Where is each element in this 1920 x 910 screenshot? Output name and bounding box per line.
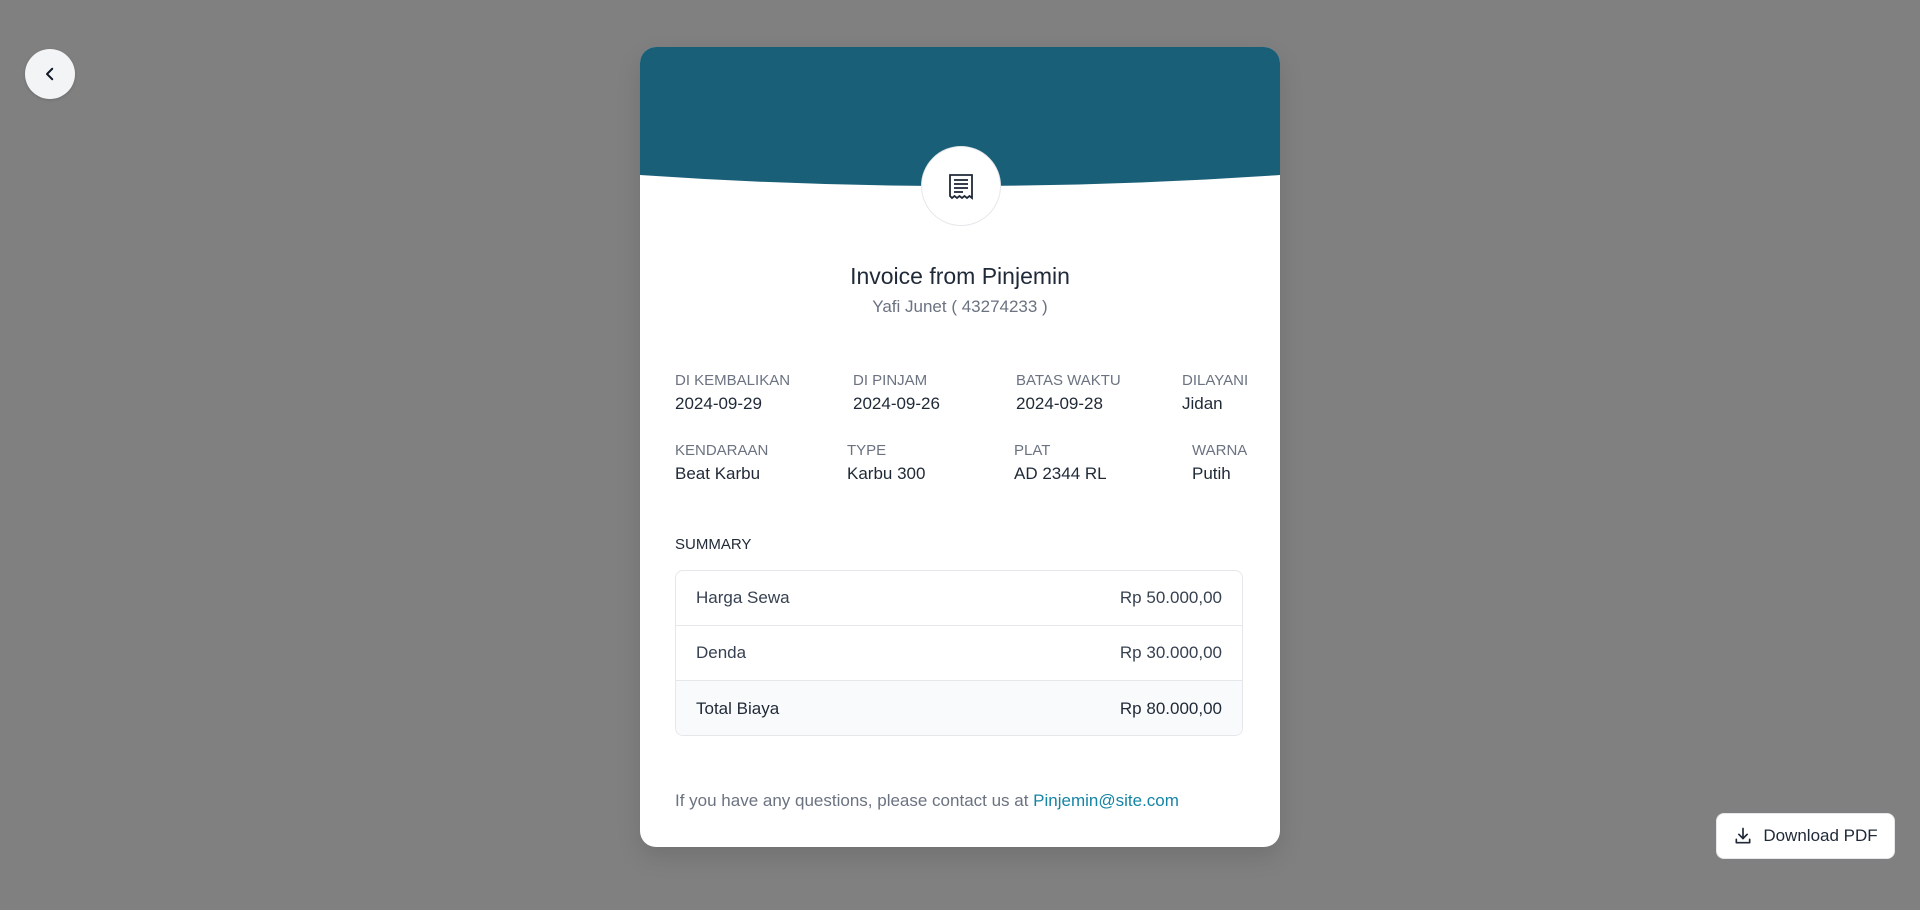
- field-label: WARNA: [1192, 442, 1248, 459]
- field-returned-date: DI KEMBALIKAN 2024-09-29: [675, 372, 790, 414]
- summary-row-rent: Harga Sewa Rp 50.000,00: [676, 571, 1242, 626]
- summary-heading: SUMMARY: [675, 536, 752, 553]
- chevron-left-icon: [46, 67, 54, 81]
- field-label: DI PINJAM: [853, 372, 928, 389]
- field-color: WARNA Putih: [1192, 442, 1247, 484]
- invoice-subtitle: Yafi Junet ( 43274233 ): [872, 297, 1048, 316]
- field-plate: PLAT AD 2344 RL: [1014, 442, 1107, 484]
- field-type: TYPE Karbu 300: [847, 442, 925, 484]
- summary-row-value: Rp 30.000,00: [1119, 643, 1222, 662]
- field-label: TYPE: [847, 442, 887, 459]
- field-value: Karbu 300: [847, 464, 926, 483]
- summary-table: Harga Sewa Rp 50.000,00 Denda Rp 30.000,…: [675, 570, 1243, 736]
- field-value: 2024-09-26: [853, 394, 940, 413]
- summary-row-fine: Denda Rp 30.000,00: [676, 626, 1242, 681]
- summary-total-label: Total Biaya: [696, 699, 780, 718]
- field-label: DILAYANI: [1182, 372, 1249, 389]
- field-value: Putih: [1192, 464, 1231, 483]
- summary-row-value: Rp 50.000,00: [1119, 588, 1222, 607]
- invoice-title: Invoice from Pinjemin: [850, 263, 1070, 289]
- receipt-badge: [921, 146, 1001, 226]
- contact-email-link[interactable]: Pinjemin@site.com: [1033, 791, 1179, 810]
- back-button[interactable]: [25, 49, 75, 99]
- download-icon: [1735, 827, 1751, 844]
- field-borrowed-date: DI PINJAM 2024-09-26: [853, 372, 940, 414]
- summary-total-value: Rp 80.000,00: [1119, 699, 1222, 718]
- summary-row-label: Denda: [696, 643, 747, 662]
- field-served-by: DILAYANI Jidan: [1182, 372, 1248, 414]
- contact-note: If you have any questions, please contac…: [675, 791, 1179, 811]
- contact-text: If you have any questions, please contac…: [675, 791, 1034, 810]
- summary-row-total: Total Biaya Rp 80.000,00: [676, 681, 1242, 735]
- field-label: BATAS WAKTU: [1016, 372, 1121, 389]
- download-pdf-button[interactable]: Download PDF: [1716, 813, 1895, 859]
- field-label: KENDARAAN: [675, 442, 769, 459]
- invoice-card: Invoice from Pinjemin Yafi Junet ( 43274…: [640, 47, 1280, 847]
- field-value: Beat Karbu: [675, 464, 761, 483]
- download-pdf-label: Download PDF: [1763, 826, 1878, 845]
- field-value: Jidan: [1182, 394, 1223, 413]
- field-value: 2024-09-29: [675, 394, 762, 413]
- field-vehicle: KENDARAAN Beat Karbu: [675, 442, 768, 484]
- field-value: 2024-09-28: [1016, 394, 1103, 413]
- field-deadline: BATAS WAKTU 2024-09-28: [1016, 372, 1121, 414]
- receipt-icon: [949, 174, 973, 200]
- summary-row-label: Harga Sewa: [696, 588, 790, 607]
- field-label: DI KEMBALIKAN: [675, 372, 791, 389]
- field-label: PLAT: [1014, 442, 1051, 459]
- field-value: AD 2344 RL: [1014, 464, 1107, 483]
